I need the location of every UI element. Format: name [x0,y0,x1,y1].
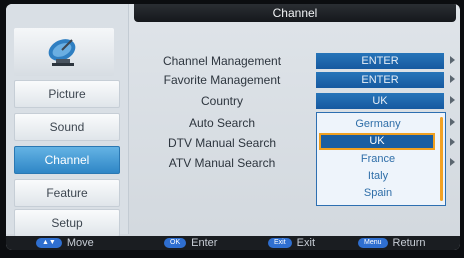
hint-enter: OK Enter [164,236,217,250]
enter-button[interactable]: ENTER [316,72,444,88]
hint-label: Return [392,237,426,249]
tv-osd-screen: Picture Sound Channel Feature Setup Chan… [6,4,460,250]
menu-row-label: Auto Search [188,116,256,130]
right-arrow-icon [450,56,455,64]
hint-return: Menu Return [358,236,426,250]
dropdown-option-france[interactable]: France [317,151,439,168]
dropdown-scrollbar[interactable] [440,117,443,201]
enter-button[interactable]: ENTER [316,53,444,69]
country-dropdown[interactable]: Germany UK France Italy Spain [316,112,446,206]
dropdown-option-uk[interactable]: UK [319,133,435,150]
hint-label: Enter [191,237,218,249]
sidebar-item-picture[interactable]: Picture [14,80,120,108]
hint-label: Move [66,237,94,249]
right-arrow-icon [450,75,455,83]
right-arrow-icon [450,138,455,146]
page-title: Channel [134,4,456,22]
right-arrow-icon [450,96,455,104]
footer-hint-bar: ▲▼ Move OK Enter Exit Exit Menu Return [6,236,460,250]
menu-row-label: Country [200,94,244,108]
sidebar-item-feature[interactable]: Feature [14,179,120,207]
hint-move: ▲▼ Move [36,236,94,250]
sidebar: Picture Sound Channel Feature Setup [6,4,129,237]
menu-row-label: ATV Manual Search [168,156,276,170]
dropdown-option-germany[interactable]: Germany [317,116,439,133]
sidebar-item-channel[interactable]: Channel [14,146,120,174]
dropdown-option-italy[interactable]: Italy [317,168,439,185]
ok-key-icon: OK [164,238,187,248]
dropdown-option-spain[interactable]: Spain [317,185,439,202]
country-select[interactable]: UK [316,93,444,109]
menu-row-channel-management[interactable]: Channel Management ENTER [136,52,456,70]
right-arrow-icon [450,158,455,166]
menu-row-label: Channel Management [162,54,282,68]
updown-key-icon: ▲▼ [36,238,62,248]
menu-row-label: DTV Manual Search [167,136,277,150]
hint-label: Exit [296,237,316,249]
right-arrow-icon [450,118,455,126]
sidebar-item-sound[interactable]: Sound [14,113,120,141]
menu-row-favorite-management[interactable]: Favorite Management ENTER [136,71,456,89]
exit-key-icon: Exit [268,238,292,248]
menu-row-label: Favorite Management [163,73,281,87]
sidebar-item-setup[interactable]: Setup [14,209,120,237]
satellite-dish-icon [48,39,76,66]
hint-exit: Exit Exit [268,236,315,250]
menu-row-country[interactable]: Country UK [136,92,456,110]
sidebar-logo [14,28,114,76]
menu-key-icon: Menu [358,238,388,248]
